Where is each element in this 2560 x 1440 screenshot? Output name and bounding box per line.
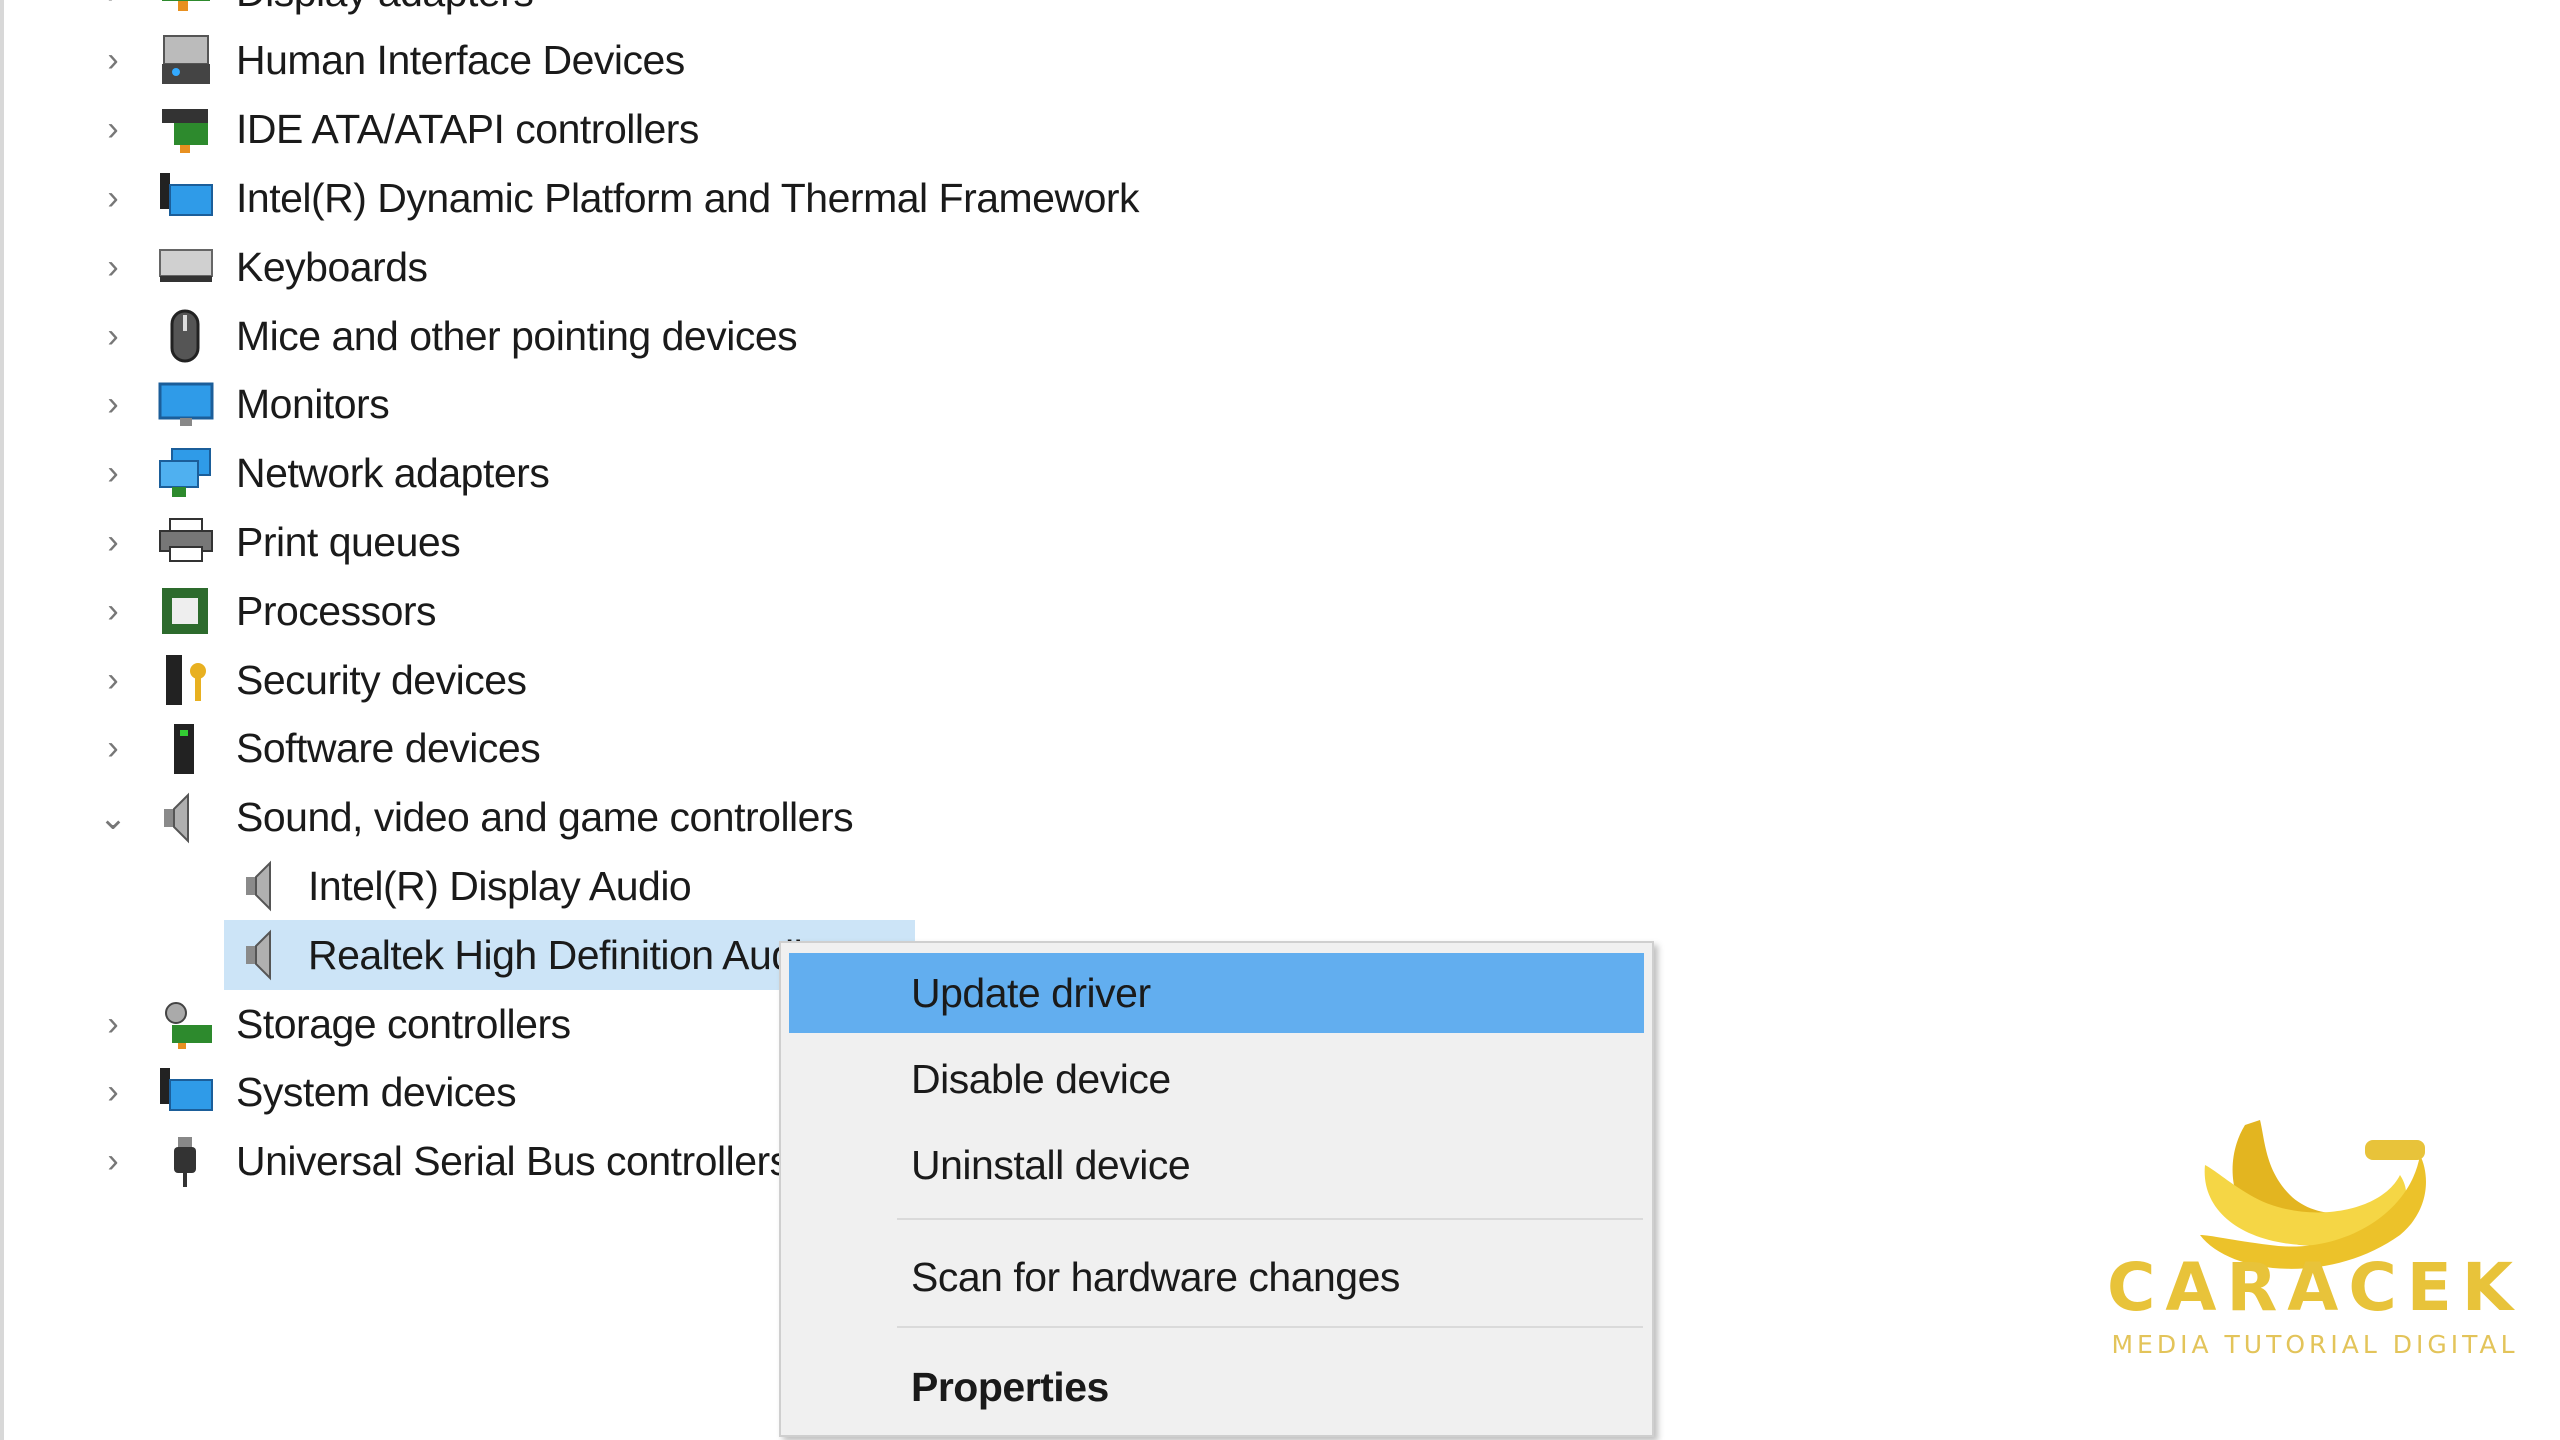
- system-folder-icon: [158, 1066, 214, 1120]
- banana-icon: CARACEK MEDIA TUTORIAL DIGITAL: [2107, 1120, 2523, 1359]
- tree-item[interactable]: › Security devices: [0, 646, 1300, 714]
- tree-item-label: Display adapters: [236, 0, 534, 16]
- menu-item-label: Uninstall device: [911, 1141, 1191, 1188]
- menu-item-label: Disable device: [911, 1055, 1171, 1102]
- chevron-right-icon[interactable]: ›: [100, 385, 126, 425]
- tree-item-label: Keyboards: [236, 243, 428, 290]
- chevron-right-icon[interactable]: ›: [100, 178, 126, 218]
- tree-item-label: Intel(R) Dynamic Platform and Thermal Fr…: [236, 174, 1140, 221]
- tree-item[interactable]: › Processors: [0, 577, 1300, 645]
- printer-icon: [158, 515, 214, 569]
- logo-tagline-text: MEDIA TUTORIAL DIGITAL: [2111, 1330, 2518, 1359]
- tree-item[interactable]: › Software devices: [0, 715, 1300, 783]
- mouse-icon: [158, 309, 214, 363]
- menu-item-properties[interactable]: Properties: [789, 1347, 1644, 1427]
- tree-item[interactable]: › Mice and other pointing devices: [0, 302, 1300, 370]
- storage-controller-icon: [158, 997, 214, 1051]
- chevron-right-icon[interactable]: ›: [100, 110, 126, 150]
- chevron-right-icon[interactable]: ›: [100, 41, 126, 81]
- chevron-right-icon[interactable]: ›: [100, 454, 126, 494]
- tree-item-label: Network adapters: [236, 450, 550, 497]
- tree-item-label: Software devices: [236, 725, 541, 772]
- speaker-icon: [158, 791, 214, 845]
- processor-icon: [158, 584, 214, 638]
- chevron-right-icon[interactable]: ›: [100, 1004, 126, 1044]
- logo-brand-text: CARACEK: [2107, 1249, 2523, 1326]
- tree-item-label: Processors: [236, 587, 437, 634]
- menu-item-uninstall-device[interactable]: Uninstall device: [789, 1125, 1644, 1205]
- menu-item-update-driver[interactable]: Update driver: [789, 953, 1644, 1033]
- tree-item[interactable]: ⌄ Sound, video and game controllers: [0, 784, 1300, 852]
- menu-separator: [897, 1218, 1643, 1220]
- tree-item-label: Human Interface Devices: [236, 37, 685, 84]
- chevron-right-icon[interactable]: ›: [100, 0, 126, 12]
- tree-item-label: IDE ATA/ATAPI controllers: [236, 106, 699, 153]
- tree-item[interactable]: › Human Interface Devices: [0, 27, 1300, 95]
- menu-separator: [897, 1326, 1643, 1328]
- security-device-icon: [158, 653, 214, 707]
- tree-item-label: Print queues: [236, 518, 461, 565]
- menu-item-label: Properties: [911, 1363, 1109, 1410]
- tree-item-label: Intel(R) Display Audio: [308, 862, 692, 909]
- display-adapter-icon: [158, 0, 214, 19]
- chevron-right-icon[interactable]: ›: [100, 1142, 126, 1182]
- menu-item-label: Scan for hardware changes: [911, 1253, 1400, 1300]
- chevron-right-icon[interactable]: ›: [100, 316, 126, 356]
- network-adapter-icon: [158, 447, 214, 501]
- tree-item-label: System devices: [236, 1069, 517, 1116]
- tree-item[interactable]: › Monitors: [0, 371, 1300, 439]
- system-folder-icon: [158, 171, 214, 225]
- tree-item-label: Monitors: [236, 381, 390, 428]
- usb-icon: [158, 1135, 214, 1189]
- tree-item[interactable]: › Display adapters: [0, 0, 1300, 26]
- speaker-icon: [240, 928, 296, 982]
- tree-item-label: Security devices: [236, 656, 527, 703]
- tree-item-label: Sound, video and game controllers: [236, 794, 854, 841]
- ide-controller-icon: [158, 103, 214, 157]
- menu-item-scan-hardware[interactable]: Scan for hardware changes: [789, 1237, 1644, 1317]
- monitor-icon: [158, 378, 214, 432]
- software-device-icon: [158, 722, 214, 776]
- tree-item-label: Realtek High Definition Audio: [308, 931, 825, 978]
- tree-item-label: Storage controllers: [236, 1000, 571, 1047]
- caracek-logo: CARACEK MEDIA TUTORIAL DIGITAL: [2100, 1085, 2530, 1365]
- tree-item[interactable]: › IDE ATA/ATAPI controllers: [0, 96, 1300, 164]
- tree-item-label: Mice and other pointing devices: [236, 312, 798, 359]
- chevron-right-icon[interactable]: ›: [100, 1073, 126, 1113]
- chevron-right-icon[interactable]: ›: [100, 660, 126, 700]
- chevron-down-icon[interactable]: ⌄: [99, 798, 128, 838]
- hid-icon: [158, 34, 214, 88]
- tree-item[interactable]: › Keyboards: [0, 233, 1300, 301]
- menu-item-disable-device[interactable]: Disable device: [789, 1039, 1644, 1119]
- context-menu: Update driver Disable device Uninstall d…: [779, 941, 1654, 1437]
- chevron-right-icon[interactable]: ›: [100, 522, 126, 562]
- keyboard-icon: [158, 240, 214, 294]
- chevron-right-icon[interactable]: ›: [100, 591, 126, 631]
- menu-item-label: Update driver: [911, 969, 1151, 1016]
- tree-item[interactable]: › Network adapters: [0, 440, 1300, 508]
- tree-child-item[interactable]: Intel(R) Display Audio: [0, 852, 1300, 920]
- tree-item[interactable]: › Print queues: [0, 508, 1300, 576]
- tree-item[interactable]: › Intel(R) Dynamic Platform and Thermal F…: [0, 164, 1300, 232]
- chevron-right-icon[interactable]: ›: [100, 729, 126, 769]
- tree-item-label: Universal Serial Bus controllers: [236, 1138, 790, 1185]
- speaker-icon: [240, 859, 296, 913]
- chevron-right-icon[interactable]: ›: [100, 247, 126, 287]
